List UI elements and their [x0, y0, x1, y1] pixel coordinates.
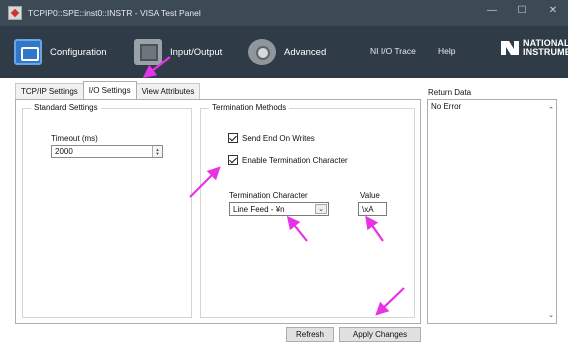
scroll-down-icon[interactable]: ⌄ [548, 311, 554, 319]
minimize-button[interactable]: — [480, 5, 504, 16]
monitor-icon [134, 39, 162, 65]
logo-text-instruments: INSTRUMENTS [523, 47, 568, 57]
term-char-value: Line Feed - ¥n [233, 204, 285, 214]
termination-methods-group: Termination Methods Send End On Writes E… [200, 103, 415, 318]
scroll-up-icon[interactable]: ⌃ [548, 106, 554, 114]
standard-settings-title: Standard Settings [31, 103, 101, 112]
value-label: Value [360, 191, 380, 200]
content-area: TCP/IP Settings I/O Settings View Attrib… [0, 78, 568, 344]
return-data-box[interactable]: No Error ⌃ ⌄ [427, 99, 557, 324]
title-bar: TCPIP0::SPE::inst0::INSTR - VISA Test Pa… [0, 0, 568, 26]
configuration-icon [14, 39, 42, 65]
configuration-label: Configuration [50, 46, 107, 58]
termination-methods-title: Termination Methods [209, 103, 290, 112]
term-char-label: Termination Character [229, 191, 308, 200]
help-link[interactable]: Help [438, 46, 455, 56]
ni-logo: NATIONAL INSTRUMENTS [500, 39, 568, 57]
enable-term-char-checkbox[interactable] [228, 155, 238, 165]
maximize-button[interactable]: ☐ [510, 5, 534, 16]
window-title: TCPIP0::SPE::inst0::INSTR - VISA Test Pa… [28, 8, 201, 18]
return-data-text: No Error [431, 102, 462, 111]
tab-tcpip-settings[interactable]: TCP/IP Settings [15, 83, 84, 99]
send-end-checkbox[interactable] [228, 133, 238, 143]
app-icon [8, 6, 22, 20]
send-end-label: Send End On Writes [242, 133, 315, 143]
return-data-label: Return Data [428, 88, 472, 97]
stepper-arrows-icon[interactable]: ▲ ▼ [152, 146, 162, 157]
enable-term-char-checkbox-row[interactable]: Enable Termination Character [228, 155, 348, 165]
ni-io-trace-link[interactable]: NI I/O Trace [370, 46, 416, 56]
io-settings-panel: Standard Settings Timeout (ms) 2000 ▲ ▼ T… [15, 99, 421, 324]
standard-settings-group: Standard Settings Timeout (ms) 2000 ▲ ▼ [22, 103, 192, 318]
send-end-checkbox-row[interactable]: Send End On Writes [228, 133, 315, 143]
term-char-value-field[interactable]: \xA [358, 202, 387, 216]
refresh-button[interactable]: Refresh [286, 327, 334, 342]
ni-logo-icon [501, 41, 519, 55]
tab-io-settings[interactable]: I/O Settings [82, 81, 137, 99]
close-button[interactable]: ✕ [541, 5, 565, 16]
input-output-label: Input/Output [170, 46, 223, 58]
timeout-label: Timeout (ms) [51, 134, 98, 143]
timeout-value: 2000 [55, 147, 73, 156]
chevron-down-icon[interactable]: ⌄ [315, 204, 327, 214]
tab-view-attributes[interactable]: View Attributes [135, 83, 201, 99]
advanced-label: Advanced [284, 46, 327, 58]
advanced-button[interactable]: Advanced [248, 36, 326, 68]
configuration-button[interactable]: Configuration [14, 36, 107, 68]
main-toolbar: Configuration Input/Output Advanced NI I… [0, 26, 568, 78]
input-output-button[interactable]: Input/Output [134, 36, 222, 68]
settings-tabs: TCP/IP Settings I/O Settings View Attrib… [15, 81, 201, 100]
gear-icon [248, 39, 276, 65]
term-char-select[interactable]: Line Feed - ¥n ⌄ [229, 202, 329, 216]
timeout-stepper[interactable]: 2000 ▲ ▼ [51, 145, 163, 158]
enable-term-char-label: Enable Termination Character [242, 155, 348, 165]
apply-changes-button[interactable]: Apply Changes [339, 327, 421, 342]
